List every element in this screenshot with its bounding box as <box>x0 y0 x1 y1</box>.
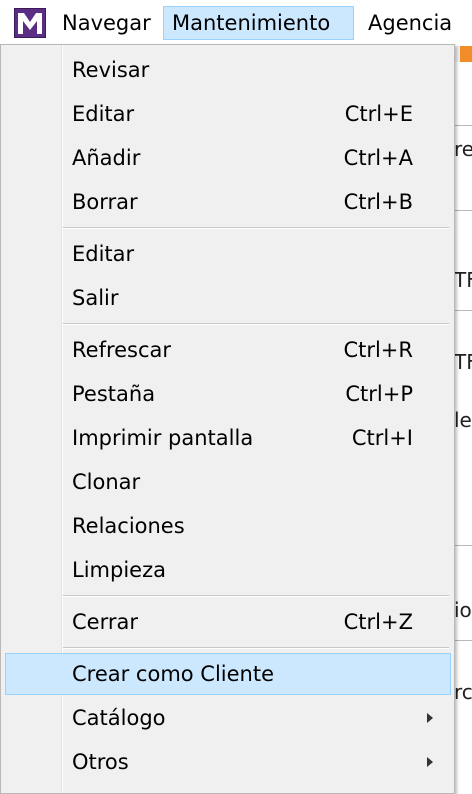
menu-item-label: Borrar <box>72 190 138 214</box>
menu-mantenimiento[interactable]: Mantenimiento <box>163 6 354 40</box>
background-text-fragment: le <box>454 408 472 432</box>
menu-item-label: Editar <box>72 102 135 126</box>
menu-item-label: Otros <box>72 750 129 774</box>
menu-item-label: Relaciones <box>72 514 185 538</box>
menu-item-pestana[interactable]: Pestaña Ctrl+P <box>5 373 451 415</box>
menu-item-label: Cerrar <box>72 610 138 634</box>
menu-separator <box>63 227 449 229</box>
menu-item-label: Crear como Cliente <box>72 662 275 686</box>
menu-bar: Navegar Mantenimiento Agencia <box>0 0 472 46</box>
menu-item-editar-2[interactable]: Editar <box>5 233 451 275</box>
menu-item-label: Imprimir pantalla <box>72 426 254 450</box>
menu-item-label: Refrescar <box>72 338 172 362</box>
background-text-fragment: io <box>454 598 472 622</box>
app-logo-icon <box>14 8 46 38</box>
menu-separator <box>63 647 449 649</box>
menu-item-label: Editar <box>72 242 135 266</box>
menu-separator <box>63 595 449 597</box>
menu-item-imprimir-pantalla[interactable]: Imprimir pantalla Ctrl+I <box>5 417 451 459</box>
menu-item-borrar[interactable]: Borrar Ctrl+B <box>5 181 451 223</box>
menu-agencia[interactable]: Agencia <box>358 6 462 40</box>
menu-item-label: Pestaña <box>72 382 156 406</box>
menu-item-shortcut: Ctrl+I <box>351 426 413 450</box>
menu-item-shortcut: Ctrl+Z <box>343 610 413 634</box>
menu-item-crear-como-cliente[interactable]: Crear como Cliente <box>5 653 451 695</box>
menu-item-shortcut: Ctrl+R <box>343 338 413 362</box>
menu-separator <box>63 323 449 325</box>
background-divider <box>453 640 472 641</box>
submenu-arrow-icon <box>427 713 433 723</box>
background-text-fragment: rc <box>454 680 472 704</box>
menu-item-shortcut: Ctrl+A <box>343 146 413 170</box>
background-text-fragment: TF <box>454 350 472 374</box>
menu-item-shortcut: Ctrl+P <box>345 382 413 406</box>
menu-item-revisar[interactable]: Revisar <box>5 49 451 91</box>
menu-item-refrescar[interactable]: Refrescar Ctrl+R <box>5 329 451 371</box>
background-divider <box>453 210 472 211</box>
background-text-fragment: TF <box>454 268 472 292</box>
menu-item-editar[interactable]: Editar Ctrl+E <box>5 93 451 135</box>
menu-item-label: Añadir <box>72 146 141 170</box>
mantenimiento-dropdown: Revisar Editar Ctrl+E Añadir Ctrl+A Borr… <box>0 44 455 794</box>
menu-item-label: Salir <box>72 286 119 310</box>
menu-item-salir[interactable]: Salir <box>5 277 451 319</box>
menu-item-label: Clonar <box>72 470 141 494</box>
menu-item-otros[interactable]: Otros <box>5 741 451 783</box>
background-divider <box>453 310 472 311</box>
submenu-arrow-icon <box>427 757 433 767</box>
menu-navegar[interactable]: Navegar <box>52 6 161 40</box>
menu-item-label: Revisar <box>72 58 150 82</box>
background-divider <box>453 545 472 546</box>
menu-item-catalogo[interactable]: Catálogo <box>5 697 451 739</box>
background-text-fragment: re <box>454 137 472 161</box>
menu-item-shortcut: Ctrl+B <box>343 190 413 214</box>
background-divider <box>453 125 472 126</box>
menu-item-label: Limpieza <box>72 558 166 582</box>
menu-item-cerrar[interactable]: Cerrar Ctrl+Z <box>5 601 451 643</box>
menu-item-shortcut: Ctrl+E <box>344 102 413 126</box>
menu-item-anadir[interactable]: Añadir Ctrl+A <box>5 137 451 179</box>
menu-item-clonar[interactable]: Clonar <box>5 461 451 503</box>
menu-item-label: Catálogo <box>72 706 166 730</box>
menu-item-limpieza[interactable]: Limpieza <box>5 549 451 591</box>
menu-item-relaciones[interactable]: Relaciones <box>5 505 451 547</box>
